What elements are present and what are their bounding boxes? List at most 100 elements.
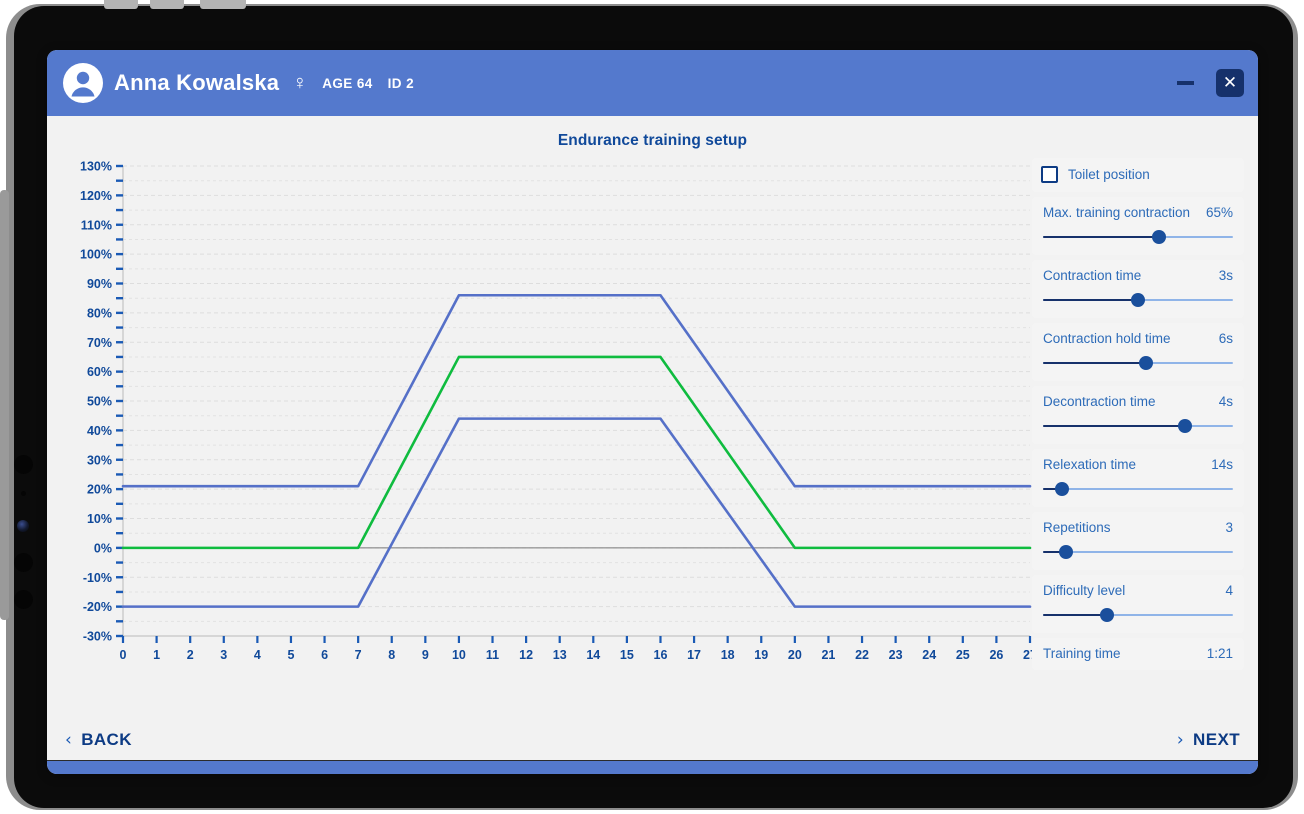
slider-row-max-training-contraction[interactable]: Max. training contraction 65% [1032, 196, 1244, 255]
patient-id: ID 2 [387, 75, 414, 91]
y-tick-label: -20% [83, 600, 112, 614]
window-content: Endurance training setup 130% 120% 110% 100… [47, 116, 1258, 720]
slider-label-contraction-time: Contraction time [1043, 267, 1142, 283]
slider-value-contraction-time: 3s [1218, 267, 1233, 283]
y-tick-label: 40% [87, 424, 112, 438]
slider-thumb[interactable] [1055, 481, 1070, 496]
slider-label-repetitions: Repetitions [1043, 519, 1111, 535]
slider-label-relexation-time: Relexation time [1043, 456, 1137, 472]
y-tick-label: 60% [87, 365, 112, 379]
checkbox-unchecked-icon[interactable] [1041, 165, 1058, 183]
training-settings-panel: Toilet position Max. training contractio… [1032, 158, 1244, 670]
slider-label-difficulty-level: Difficulty level [1043, 582, 1126, 598]
slider-value-relexation-time: 14s [1211, 456, 1233, 472]
training-time-label: Training time [1043, 646, 1121, 662]
slider-control-repetitions[interactable] [1041, 543, 1235, 561]
patient-name: Anna Kowalska [114, 70, 280, 95]
slider-row-contraction-hold-time[interactable]: Contraction hold time 6s [1032, 322, 1244, 381]
chart-canvas: 130%120%110%100%90%80%70%60%50%40%30%20%… [80, 160, 1036, 663]
device-sensor-dot [21, 491, 26, 496]
slider-control-decontraction-time[interactable] [1041, 417, 1235, 435]
slider-header: Repetitions 3 [1041, 519, 1235, 535]
close-icon: ✕ [1222, 72, 1238, 93]
slider-control-difficulty-level[interactable] [1041, 606, 1235, 624]
female-symbol-icon: ♀ [292, 72, 308, 94]
x-tick-label: 14 [586, 648, 600, 662]
x-tick-label: 18 [721, 648, 735, 662]
device-top-tab [200, 0, 246, 9]
back-button-label: BACK [81, 730, 132, 749]
slider-row-contraction-time[interactable]: Contraction time 3s [1032, 259, 1244, 318]
back-button[interactable]: ‹ BACK [65, 730, 132, 750]
x-tick-label: 19 [754, 648, 768, 662]
x-tick-label: 9 [422, 648, 429, 662]
device-sensor-dot [14, 455, 33, 474]
x-tick-label: 0 [120, 648, 127, 662]
training-profile-chart: 130% 120% 110% 100% 90% 80% 70% 60% 50% 40% 30% 20%… [61, 158, 1036, 670]
y-tick-label: 70% [87, 336, 112, 350]
slider-thumb[interactable] [1177, 418, 1192, 433]
slider-header: Decontraction time 4s [1041, 393, 1235, 409]
application-window: Anna Kowalska ♀ AGE 64 ID 2 ✕ Endurance … [47, 50, 1258, 774]
x-tick-label: 23 [889, 648, 903, 662]
window-footer-strip [47, 760, 1258, 774]
slider-fill [1043, 613, 1107, 616]
slider-control-contraction-hold-time[interactable] [1041, 354, 1235, 372]
slider-header: Contraction time 3s [1041, 267, 1235, 283]
x-tick-label: 7 [355, 648, 362, 662]
x-tick-label: 10 [452, 648, 466, 662]
slider-value-contraction-hold-time: 6s [1218, 330, 1233, 346]
y-tick-label: -30% [83, 630, 112, 644]
slider-row-repetitions[interactable]: Repetitions 3 [1032, 511, 1244, 570]
footer-navigation: ‹ BACK › NEXT [47, 720, 1258, 760]
slider-label-max-training-contraction: Max. training contraction [1043, 204, 1191, 220]
slider-value-decontraction-time: 4s [1218, 393, 1233, 409]
user-avatar-icon [63, 63, 103, 103]
slider-control-max-training-contraction[interactable] [1041, 228, 1235, 246]
slider-value-repetitions: 3 [1225, 519, 1233, 535]
device-sensor-dot [14, 553, 33, 572]
slider-value-difficulty-level: 4 [1225, 582, 1233, 598]
slider-control-relexation-time[interactable] [1041, 480, 1235, 498]
x-tick-label: 21 [821, 648, 835, 662]
slider-fill [1043, 424, 1185, 427]
y-tick-label: 20% [87, 483, 112, 497]
close-button[interactable]: ✕ [1216, 69, 1244, 97]
y-tick-label: 120% [80, 189, 112, 203]
x-tick-label: 8 [388, 648, 395, 662]
slider-row-difficulty-level[interactable]: Difficulty level 4 [1032, 574, 1244, 633]
y-tick-label: 80% [87, 306, 112, 320]
slider-control-contraction-time[interactable] [1041, 291, 1235, 309]
slider-track [1043, 487, 1233, 490]
device-top-tab [104, 0, 138, 9]
y-tick-label: -10% [83, 571, 112, 585]
page-title: Endurance training setup [557, 132, 748, 149]
x-tick-label: 16 [654, 648, 668, 662]
slider-thumb[interactable] [1131, 292, 1145, 307]
slider-thumb[interactable] [1099, 607, 1114, 622]
minimize-button[interactable] [1168, 68, 1202, 98]
next-button[interactable]: › NEXT [1177, 730, 1240, 750]
device-side-rail [0, 190, 9, 620]
training-time-value: 1:21 [1206, 646, 1233, 662]
slider-fill [1043, 298, 1138, 301]
slider-label-decontraction-time: Decontraction time [1043, 393, 1156, 409]
x-tick-label: 3 [220, 648, 227, 662]
training-time-row: Training time 1:21 [1032, 637, 1244, 670]
x-tick-label: 6 [321, 648, 328, 662]
slider-thumb[interactable] [1152, 229, 1167, 244]
x-tick-label: 11 [486, 648, 499, 662]
slider-header: Max. training contraction 65% [1041, 204, 1235, 220]
slider-fill [1043, 361, 1146, 364]
x-tick-label: 13 [553, 648, 567, 662]
x-tick-label: 12 [519, 648, 533, 662]
slider-thumb[interactable] [1059, 544, 1074, 559]
toilet-position-row[interactable]: Toilet position [1032, 158, 1244, 192]
y-tick-label: 90% [87, 277, 112, 291]
slider-row-decontraction-time[interactable]: Decontraction time 4s [1032, 385, 1244, 444]
device-sensor-dot [14, 590, 33, 609]
chevron-left-icon: ‹ [65, 729, 73, 750]
slider-thumb[interactable] [1138, 355, 1153, 370]
x-tick-label: 5 [287, 648, 294, 662]
slider-row-relexation-time[interactable]: Relexation time 14s [1032, 448, 1244, 507]
